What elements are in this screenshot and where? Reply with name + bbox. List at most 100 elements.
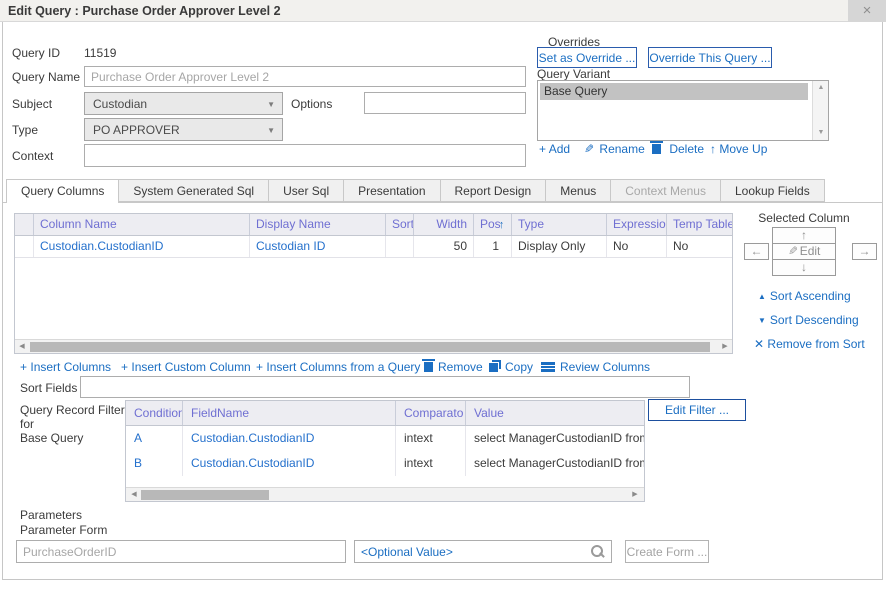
expression-header[interactable]: Expression [607, 214, 667, 235]
edit-column-button[interactable]: ✎Edit [772, 243, 836, 260]
sort-ascending-indicator-icon: ↑ [499, 219, 505, 231]
type-header[interactable]: Type [512, 214, 607, 235]
edit-filter-button[interactable]: Edit Filter ... [648, 399, 746, 421]
comparator-cell[interactable]: intext [396, 426, 466, 451]
comparator-header[interactable]: Comparato [396, 401, 466, 425]
value-cell[interactable]: select ManagerCustodianID from Cus [466, 451, 644, 476]
insert-columns-button[interactable]: + Insert Columns [20, 360, 111, 375]
move-column-right-button[interactable]: → [852, 243, 877, 260]
remove-column-button[interactable]: Remove [424, 360, 483, 375]
column-name-header[interactable]: Column Name [34, 214, 250, 235]
width-header[interactable]: Width [414, 214, 474, 235]
table-row[interactable]: A Custodian.CustodianID intext select Ma… [126, 426, 644, 451]
scrollbar-thumb[interactable] [141, 490, 269, 500]
table-row[interactable]: Custodian.CustodianID Custodian ID 50 1 … [15, 236, 732, 258]
sort-ascending-link[interactable]: ▲Sort Ascending [758, 289, 851, 303]
tab-lookup-fields[interactable]: Lookup Fields [721, 179, 825, 202]
context-label: Context [12, 149, 53, 163]
variant-delete-button[interactable]: Delete [652, 142, 704, 158]
columns-table-header: Column Name Display Name Sort Width Pos↑… [15, 214, 732, 236]
move-column-left-button[interactable]: ← [744, 243, 769, 260]
override-this-query-button[interactable]: Override This Query ... [648, 47, 772, 68]
right-arrow-icon: → [859, 244, 871, 258]
move-column-up-button[interactable]: ↑ [772, 227, 836, 244]
condition-header[interactable]: Condition [126, 401, 183, 425]
column-name-cell[interactable]: Custodian.CustodianID [34, 236, 250, 257]
record-filter-table: Condition FieldName Comparato Value A Cu… [125, 400, 645, 502]
variant-add-button[interactable]: + Add [539, 142, 570, 158]
type-select[interactable]: PO APPROVER ▼ [84, 118, 283, 141]
expression-cell[interactable]: No [607, 236, 667, 257]
sort-fields-input[interactable] [80, 376, 690, 398]
row-selector-cell[interactable] [15, 236, 34, 257]
sort-cell[interactable] [386, 236, 414, 257]
insert-custom-column-button[interactable]: + Insert Custom Column [121, 360, 251, 375]
value-cell[interactable]: select ManagerCustodianID from Cus [466, 426, 644, 451]
context-input[interactable] [84, 144, 526, 167]
filter-table-hscrollbar[interactable]: ◀ ▶ [126, 487, 644, 501]
variant-move-up-button[interactable]: ↑ Move Up [710, 142, 767, 158]
tab-query-columns[interactable]: Query Columns [6, 179, 119, 203]
remove-from-sort-link[interactable]: ✕ Remove from Sort [754, 337, 865, 351]
variant-scrollbar[interactable]: ▲ ▼ [812, 81, 828, 140]
display-name-header[interactable]: Display Name [250, 214, 386, 235]
copy-column-button[interactable]: Copy [488, 360, 533, 375]
tab-report-design[interactable]: Report Design [441, 179, 547, 202]
columns-table-hscrollbar[interactable]: ◀ ▶ [15, 339, 732, 353]
parameter-name-input[interactable] [16, 540, 346, 563]
scrollbar-thumb[interactable] [30, 342, 710, 352]
options-input[interactable] [364, 92, 526, 114]
search-icon[interactable] [590, 544, 604, 558]
scroll-left-icon[interactable]: ◀ [128, 488, 140, 502]
scroll-right-icon[interactable]: ▶ [629, 488, 641, 502]
list-item[interactable]: Base Query [540, 83, 808, 100]
edit-column-label: Edit [800, 244, 821, 258]
fieldname-cell[interactable]: Custodian.CustodianID [183, 451, 396, 476]
width-cell[interactable]: 50 [414, 236, 474, 257]
review-columns-button[interactable]: Review Columns [541, 360, 650, 375]
table-row[interactable]: B Custodian.CustodianID intext select Ma… [126, 451, 644, 476]
subject-select[interactable]: Custodian ▼ [84, 92, 283, 115]
scroll-left-icon[interactable]: ◀ [16, 340, 28, 354]
copy-label: Copy [505, 360, 533, 374]
pos-header-label: Pos [480, 217, 501, 231]
up-arrow-icon: ↑ [710, 142, 716, 156]
set-as-override-button[interactable]: Set as Override ... [537, 47, 637, 68]
sort-descending-link[interactable]: ▼Sort Descending [758, 313, 859, 327]
temp-table-cell[interactable]: No [667, 236, 732, 257]
tab-user-sql[interactable]: User Sql [269, 179, 344, 202]
tab-system-generated-sql[interactable]: System Generated Sql [119, 179, 269, 202]
close-icon[interactable]: × [848, 0, 886, 22]
type-cell[interactable]: Display Only [512, 236, 607, 257]
display-name-cell[interactable]: Custodian ID [250, 236, 386, 257]
insert-columns-from-query-button[interactable]: + Insert Columns from a Query [256, 360, 420, 375]
tab-context-menus: Context Menus [611, 179, 721, 202]
temp-table-header[interactable]: Temp Table [667, 214, 732, 235]
query-name-input[interactable] [84, 66, 526, 87]
comparator-cell[interactable]: intext [396, 451, 466, 476]
scroll-down-icon[interactable]: ▼ [813, 127, 829, 139]
value-header[interactable]: Value [466, 401, 644, 425]
fieldname-header[interactable]: FieldName [183, 401, 396, 425]
condition-cell[interactable]: B [126, 451, 183, 476]
tab-menus[interactable]: Menus [546, 179, 611, 202]
optional-value-field[interactable] [354, 540, 612, 563]
parameter-form-label: Parameter Form [20, 523, 107, 537]
trash-icon [424, 362, 433, 372]
sort-descending-label: Sort Descending [770, 313, 859, 327]
fieldname-cell[interactable]: Custodian.CustodianID [183, 426, 396, 451]
scroll-up-icon[interactable]: ▲ [813, 82, 829, 94]
sort-header[interactable]: Sort [386, 214, 414, 235]
pos-cell[interactable]: 1 [474, 236, 512, 257]
variant-rename-button[interactable]: ✎ Rename [584, 142, 645, 158]
pos-header[interactable]: Pos↑ [474, 214, 512, 235]
create-form-button[interactable]: Create Form ... [625, 540, 709, 563]
tab-presentation[interactable]: Presentation [344, 179, 440, 202]
edit-query-dialog: Edit Query : Purchase Order Approver Lev… [0, 0, 886, 592]
move-column-down-button[interactable]: ↓ [772, 259, 836, 276]
left-arrow-icon: ← [751, 244, 763, 258]
query-variant-listbox[interactable]: Base Query ▲ ▼ [537, 80, 829, 141]
scroll-right-icon[interactable]: ▶ [719, 340, 731, 354]
condition-cell[interactable]: A [126, 426, 183, 451]
optional-value-input[interactable] [354, 540, 612, 563]
